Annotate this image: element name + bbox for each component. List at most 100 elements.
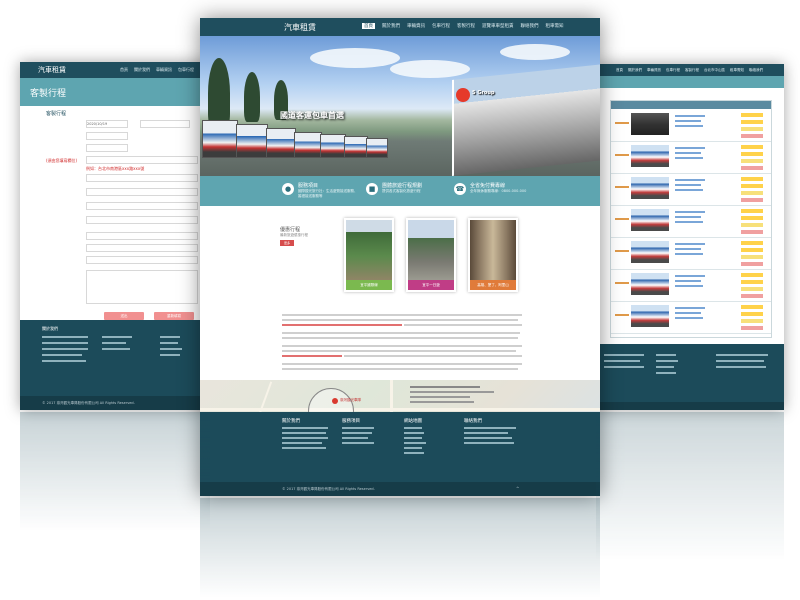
right-nav-item[interactable]: 關於我們 — [628, 68, 642, 73]
tours-heading: 優惠行程 — [280, 227, 301, 233]
left-copyright: © 2017 臺灣觀光車隊股份有限公司 All Rights Reserved. — [20, 396, 210, 410]
left-screenshot: 汽車租賃 首頁 關於我們 車輛資訊 包車行程 客製行程 客製行程 2020/10… — [20, 62, 210, 410]
center-nav-item[interactable]: 車輛資訊 — [407, 23, 425, 29]
map-address-block — [410, 386, 494, 403]
tours-section: 優惠行程 最新旅遊優惠行程 更多 宜平國際線 宜平一日遊 高雄、墾丁、阿里山 — [200, 206, 600, 312]
form-heading: 客製行程 — [46, 111, 67, 117]
center-nav-item[interactable]: 租車需知 — [546, 23, 564, 29]
center-copyright: © 2017 臺灣觀光車隊股份有限公司 All Rights Reserved.… — [200, 482, 600, 496]
map-pin-icon — [332, 398, 338, 404]
vehicle-photo — [631, 305, 669, 327]
center-nav-item[interactable]: 關於我們 — [382, 23, 400, 29]
hero-logo-text: S Group — [472, 90, 495, 96]
stop4-input[interactable] — [86, 216, 198, 224]
right-reflection — [596, 412, 784, 562]
tour-photo — [408, 220, 454, 280]
left-footer-heading: 關於我們 — [42, 326, 58, 331]
tour-card[interactable]: 宜平國際線 — [344, 218, 394, 292]
company-logo-icon — [456, 88, 470, 102]
center-nav-home[interactable]: 首頁 — [362, 23, 375, 29]
address-hint: 例如：台北市南港區xxx路xxx號 — [86, 166, 145, 171]
table-row[interactable] — [611, 237, 771, 270]
feature-desc: 提供各式客製化旅遊行程 — [382, 189, 421, 193]
features-bar: ● 服務項目 國際觀光旅行社：生活遊覽接送服務、婚禮接送服務等 ■ 團體旅遊行程… — [200, 176, 600, 206]
table-row[interactable] — [611, 173, 771, 206]
feature-desc: 全年無休服務專線：0800-000-000 — [470, 189, 527, 193]
feature-title: 團體旅遊行程規劃 — [382, 183, 423, 189]
name-input[interactable] — [86, 232, 198, 240]
right-nav-item[interactable]: 車輛資訊 — [647, 68, 661, 73]
right-nav-item[interactable]: 聯絡我們 — [749, 68, 763, 73]
left-footer: 關於我們 — [20, 320, 210, 396]
left-navbar: 汽車租賃 首頁 關於我們 車輛資訊 包車行程 — [20, 62, 210, 78]
right-breadcrumb-bar — [596, 76, 784, 88]
vehicle-select[interactable] — [86, 144, 128, 152]
vehicle-photo — [631, 145, 669, 167]
intro-paragraph — [200, 312, 600, 380]
table-row[interactable] — [611, 205, 771, 238]
more-button[interactable]: 更多 — [280, 240, 294, 246]
back-to-top-icon[interactable]: ^ — [516, 486, 519, 491]
table-row[interactable] — [611, 141, 771, 174]
vehicle-photo — [631, 209, 669, 231]
submit-button[interactable]: 送出 — [104, 312, 144, 320]
right-copyright — [596, 402, 784, 410]
footer-col-services: 服務項目 — [342, 418, 374, 447]
vehicle-photo — [631, 177, 669, 199]
left-banner-title: 客製行程 — [30, 89, 67, 99]
reset-button[interactable]: 重新填寫 — [154, 312, 194, 320]
center-nav-item[interactable]: 客製行程 — [457, 23, 475, 29]
left-nav-item[interactable]: 首頁 — [120, 67, 128, 73]
stop1-input[interactable] — [86, 174, 198, 182]
table-row[interactable] — [611, 109, 771, 142]
people-input[interactable] — [86, 132, 128, 140]
date-input[interactable]: 2020/10/19 — [86, 120, 128, 128]
right-nav-item[interactable]: 包車行程 — [666, 68, 680, 73]
stop3-input[interactable] — [86, 202, 198, 210]
tour-photo — [346, 220, 392, 280]
table-row[interactable] — [611, 301, 771, 334]
notes-textarea[interactable] — [86, 270, 198, 304]
tour-caption: 宜平國際線 — [346, 280, 392, 290]
vehicle-photo — [631, 241, 669, 263]
footer-col-sitemap: 網站地圖 — [404, 418, 426, 457]
left-nav-item[interactable]: 車輛資訊 — [156, 67, 172, 73]
right-nav-item[interactable]: 首頁 — [616, 68, 623, 73]
center-nav-item[interactable]: 聯絡我們 — [521, 23, 539, 29]
center-navbar: 汽車租賃 首頁 關於我們 車輛資訊 包車行程 客製行程 遊覽車車型租賃 聯絡我們… — [200, 18, 600, 36]
vehicle-photo — [631, 113, 669, 135]
left-brand[interactable]: 汽車租賃 — [38, 65, 66, 75]
hero-title: 國道客運包車首選 — [280, 111, 344, 120]
phone-icon: ☎ — [454, 183, 466, 195]
tour-card[interactable]: 宜平一日遊 — [406, 218, 456, 292]
vehicle-table — [610, 100, 772, 338]
left-nav-item[interactable]: 包車行程 — [178, 67, 194, 73]
right-nav-item[interactable]: 台北市中山區 — [704, 68, 725, 73]
departure-input[interactable] — [86, 156, 198, 164]
center-brand[interactable]: 汽車租賃 — [284, 22, 316, 33]
center-reflection — [200, 498, 600, 598]
stop2-input[interactable] — [86, 188, 198, 196]
left-reflection — [20, 412, 210, 532]
right-navbar: 首頁 關於我們 車輛資訊 包車行程 客製行程 台北市中山區 租車需知 聯絡我們 — [596, 64, 784, 76]
tour-card[interactable]: 高雄、墾丁、阿里山 — [468, 218, 518, 292]
center-footer: 關於我們 服務項目 網站地圖 聯絡我們 — [200, 412, 600, 482]
left-nav-item[interactable]: 關於我們 — [134, 67, 150, 73]
user-icon: ● — [282, 183, 294, 195]
time-input[interactable] — [140, 120, 190, 128]
center-nav-item[interactable]: 包車行程 — [432, 23, 450, 29]
right-footer — [596, 344, 784, 402]
feature-title: 全省免付費專線 — [470, 183, 506, 189]
tour-caption: 宜平一日遊 — [408, 280, 454, 290]
hero-banner: 國道客運包車首選 S Group — [200, 36, 600, 176]
footer-col-contact: 聯絡我們 — [464, 418, 516, 447]
hero-inset-photo — [452, 64, 600, 176]
center-nav-item[interactable]: 遊覽車車型租賃 — [482, 23, 514, 29]
tour-caption: 高雄、墾丁、阿里山 — [470, 280, 516, 290]
right-nav-item[interactable]: 客製行程 — [685, 68, 699, 73]
phone-input[interactable] — [86, 244, 198, 252]
table-row[interactable] — [611, 269, 771, 302]
tours-tag: 最新旅遊優惠行程 — [280, 233, 308, 237]
email-input[interactable] — [86, 256, 198, 264]
right-nav-item[interactable]: 租車需知 — [730, 68, 744, 73]
